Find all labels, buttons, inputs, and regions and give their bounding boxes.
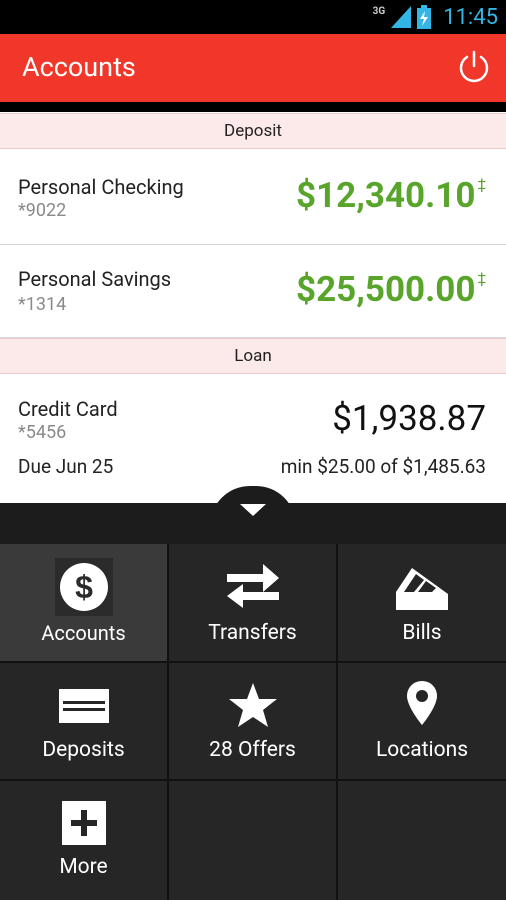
menu-item-transfers[interactable]: Transfers <box>169 544 338 663</box>
plus-icon <box>61 801 106 845</box>
logout-button[interactable] <box>456 49 492 85</box>
menu-empty-cell <box>338 781 506 900</box>
menu-label: Deposits <box>42 738 125 762</box>
account-number: *1314 <box>18 294 67 315</box>
svg-text:$: $ <box>75 569 93 605</box>
balance-footnote-mark: ‡ <box>477 175 486 193</box>
menu-item-bills[interactable]: Bills <box>338 544 506 663</box>
account-name: Personal Savings <box>18 267 172 291</box>
clock: 11:45 <box>443 4 498 30</box>
battery-charging-icon <box>417 5 432 29</box>
star-icon <box>228 681 278 729</box>
menu-item-more[interactable]: More <box>0 781 169 900</box>
page-title: Accounts <box>22 51 136 83</box>
status-icons: 3G 11:45 <box>373 0 498 34</box>
account-balance: $25,500.00 ‡ <box>296 269 486 310</box>
location-pin-icon <box>405 679 439 727</box>
dollar-icon: $ <box>54 558 113 616</box>
menu-item-locations[interactable]: Locations <box>338 663 506 781</box>
menu-label: Bills <box>402 621 442 645</box>
menu-grid: $ Accounts Transfers Bills Deposits 28 O… <box>0 544 506 900</box>
account-row-savings[interactable]: Personal Savings *1314 $25,500.00 ‡ <box>0 245 506 338</box>
menu-item-deposits[interactable]: Deposits <box>0 663 169 781</box>
menu-item-accounts[interactable]: $ Accounts <box>0 544 169 663</box>
account-row-credit-card[interactable]: Credit Card *5456 $1,938.87 Due Jun 25 m… <box>0 374 506 502</box>
network-type: 3G <box>372 5 386 17</box>
section-header-loan: Loan <box>0 338 506 374</box>
section-header-deposit: Deposit <box>0 113 506 149</box>
chevron-down-icon[interactable] <box>240 504 266 516</box>
account-balance: $1,938.87 <box>332 398 486 439</box>
appbar-divider <box>0 102 506 112</box>
balance-value: $25,500.00 <box>296 269 476 310</box>
status-bar: 3G 11:45 <box>0 0 506 34</box>
menu-label: Locations <box>375 738 469 762</box>
check-icon <box>58 689 109 723</box>
menu-label: Accounts <box>41 621 126 645</box>
account-balance: $12,340.10 ‡ <box>296 175 486 216</box>
power-icon <box>459 50 489 83</box>
menu-label: More <box>59 855 108 879</box>
due-date: Due Jun 25 <box>18 455 114 478</box>
account-number: *5456 <box>18 422 67 443</box>
account-name: Personal Checking <box>18 175 184 199</box>
account-number: *9022 <box>18 200 67 221</box>
app-bar: Accounts <box>0 34 506 102</box>
menu-empty-cell <box>169 781 338 900</box>
account-row-checking[interactable]: Personal Checking *9022 $12,340.10 ‡ <box>0 149 506 245</box>
menu-item-offers[interactable]: 28 Offers <box>169 663 338 781</box>
menu-label: Transfers <box>208 621 297 645</box>
bills-icon <box>394 562 450 612</box>
transfer-arrows-icon <box>223 560 283 612</box>
account-name: Credit Card <box>18 397 118 421</box>
minimum-payment: min $25.00 of $1,485.63 <box>280 455 486 478</box>
menu-label: 28 Offers <box>209 738 296 762</box>
balance-footnote-mark: ‡ <box>477 269 486 287</box>
signal-icon <box>391 6 412 28</box>
balance-value: $12,340.10 <box>296 175 476 216</box>
